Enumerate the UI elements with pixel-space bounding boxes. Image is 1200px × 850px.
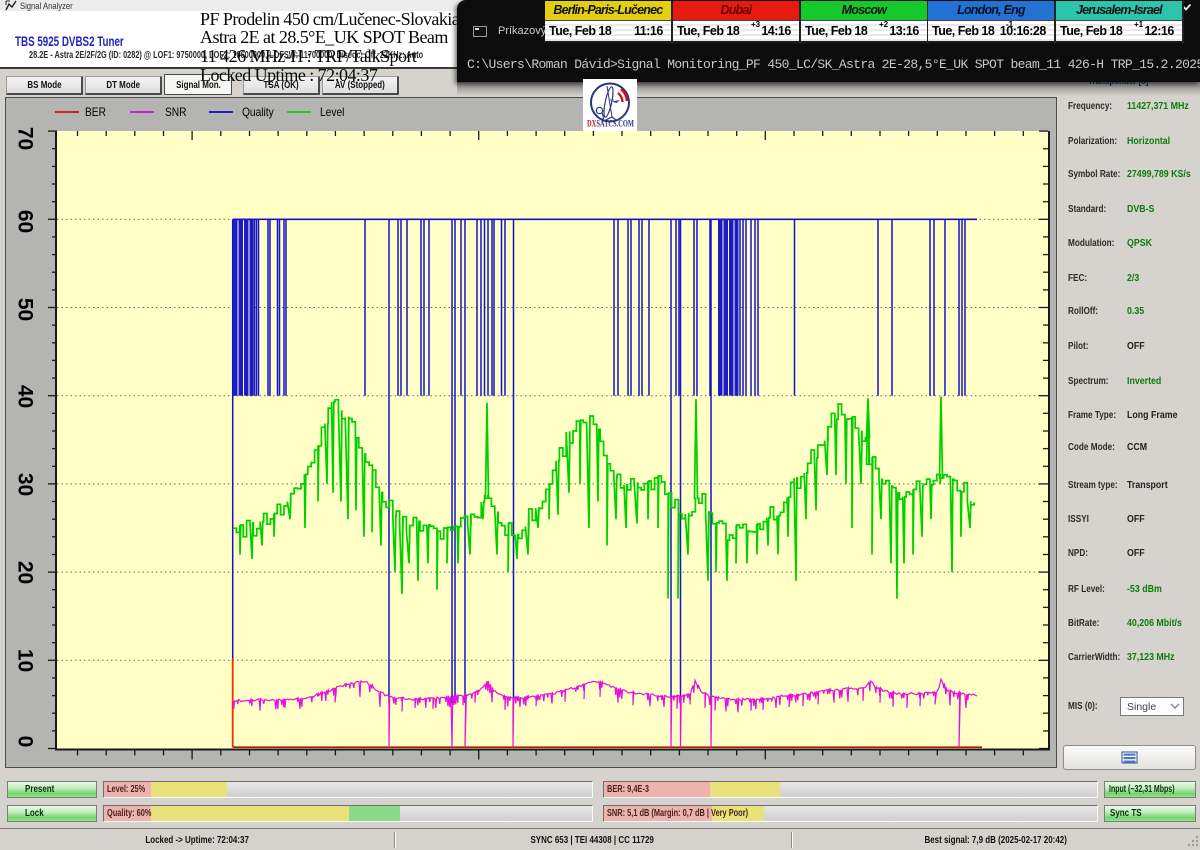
svg-text:DXSATCS.COM: DXSATCS.COM: [587, 119, 634, 129]
